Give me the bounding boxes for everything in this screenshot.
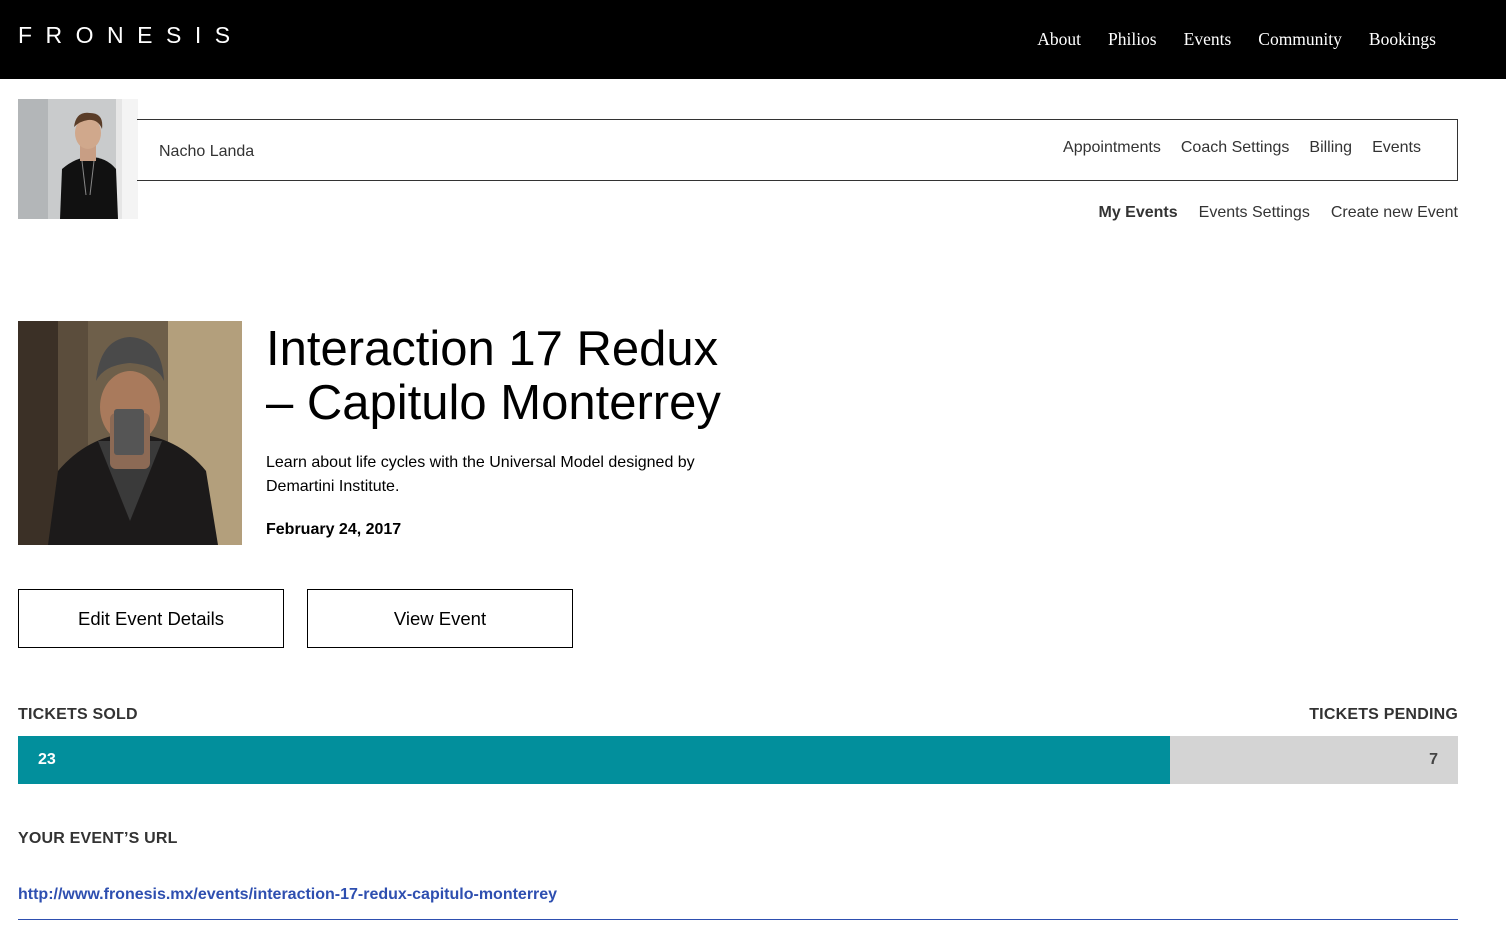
tickets-sold-count: 23	[38, 751, 56, 768]
view-event-button[interactable]: View Event	[307, 589, 573, 648]
profile-nav-appointments[interactable]: Appointments	[1063, 139, 1161, 157]
nav-community[interactable]: Community	[1258, 29, 1342, 50]
tickets-pending-label: TICKETS PENDING	[1309, 706, 1458, 723]
tickets-sold-label: TICKETS SOLD	[18, 706, 138, 723]
avatar[interactable]	[18, 99, 138, 219]
tickets-sold-fill	[18, 736, 1170, 784]
edit-event-details-button[interactable]: Edit Event Details	[18, 589, 284, 648]
profile-name: Nacho Landa	[159, 143, 255, 160]
profile-bar: Nacho Landa Appointments Coach Settings …	[137, 119, 1458, 181]
event-image	[18, 321, 242, 545]
event-url-label: YOUR EVENT’S URL	[18, 830, 178, 847]
event-description: Learn about life cycles with the Univers…	[266, 454, 695, 495]
profile-nav: Appointments Coach Settings Billing Even…	[1063, 139, 1421, 157]
top-navbar: FRONESIS About Philios Events Community …	[0, 0, 1506, 79]
subnav-create-new-event[interactable]: Create new Event	[1331, 204, 1458, 222]
subnav-events-settings[interactable]: Events Settings	[1199, 204, 1310, 222]
nav-philios[interactable]: Philios	[1108, 29, 1157, 50]
event-photo	[18, 321, 242, 545]
profile-nav-billing[interactable]: Billing	[1309, 139, 1352, 157]
event-title: Interaction 17 Redux – Capitulo Monterre…	[266, 322, 721, 430]
subnav-my-events[interactable]: My Events	[1099, 204, 1178, 222]
nav-about[interactable]: About	[1037, 29, 1081, 50]
tickets-progress-bar: 23 7	[18, 736, 1458, 784]
main-nav: About Philios Events Community Bookings	[1037, 29, 1436, 50]
brand-logo[interactable]: FRONESIS	[18, 22, 244, 49]
event-url-link[interactable]: http://www.fronesis.mx/events/interactio…	[18, 886, 557, 904]
event-date: February 24, 2017	[266, 521, 402, 538]
events-subnav: My Events Events Settings Create new Eve…	[1099, 204, 1459, 222]
profile-nav-events[interactable]: Events	[1372, 139, 1421, 157]
url-underline	[18, 919, 1458, 920]
avatar-photo	[18, 99, 138, 219]
nav-bookings[interactable]: Bookings	[1369, 29, 1436, 50]
profile-nav-coach-settings[interactable]: Coach Settings	[1181, 139, 1290, 157]
tickets-pending-count: 7	[1429, 751, 1438, 768]
nav-events[interactable]: Events	[1184, 29, 1232, 50]
